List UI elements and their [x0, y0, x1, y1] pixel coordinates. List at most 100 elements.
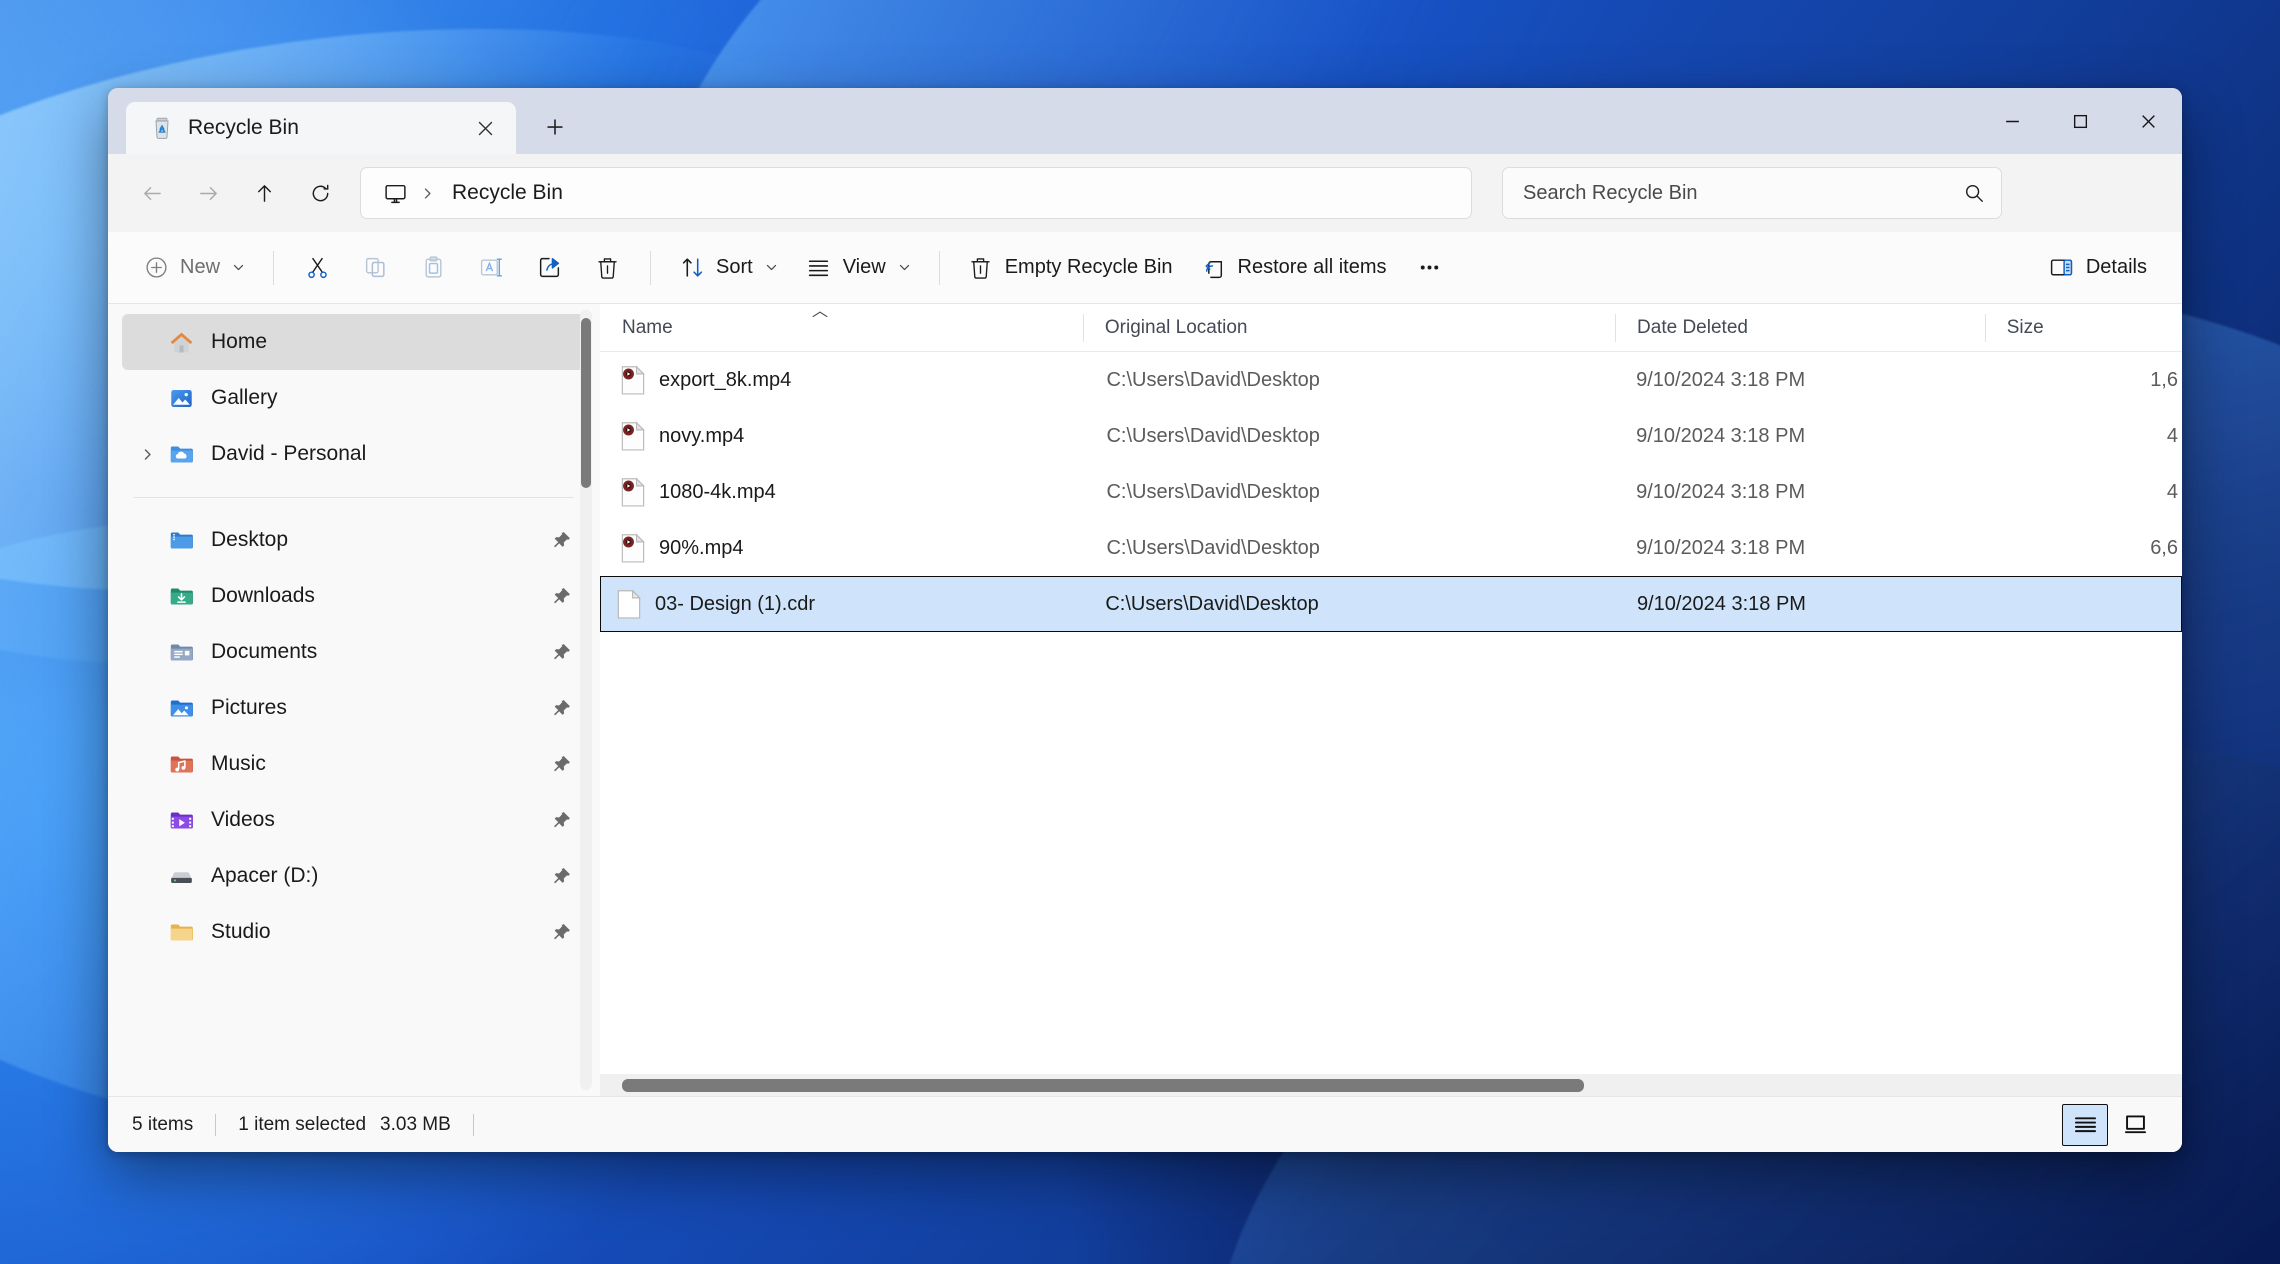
- search-placeholder: Search Recycle Bin: [1523, 181, 1698, 204]
- large-icons-view-button[interactable]: [2112, 1104, 2158, 1146]
- sort-button[interactable]: Sort: [666, 242, 791, 294]
- pin-icon[interactable]: [551, 810, 572, 831]
- table-row[interactable]: novy.mp4 C:\Users\David\Desktop 9/10/202…: [604, 408, 2178, 464]
- titlebar: Recycle Bin: [108, 88, 2182, 154]
- sidebar-item-desktop[interactable]: Desktop: [122, 512, 586, 568]
- horizontal-scrollbar[interactable]: [600, 1074, 2182, 1096]
- details-pane-button[interactable]: Details: [2036, 242, 2160, 294]
- generic-file-icon: [616, 588, 642, 619]
- size-cell: 4: [2166, 424, 2178, 447]
- onedrive-folder-icon: [164, 437, 198, 471]
- address-bar[interactable]: Recycle Bin: [360, 167, 1472, 219]
- drive-icon: [164, 859, 198, 893]
- table-row[interactable]: export_8k.mp4 C:\Users\David\Desktop 9/1…: [604, 352, 2178, 408]
- column-header-label: Original Location: [1104, 316, 1248, 338]
- search-input[interactable]: Search Recycle Bin: [1502, 167, 2002, 219]
- maximize-button[interactable]: [2046, 88, 2114, 154]
- sidebar-item-downloads[interactable]: Downloads: [122, 568, 586, 624]
- refresh-button[interactable]: [294, 167, 346, 219]
- desktop: Recycle Bin Recycle Bin Search Recycle B…: [0, 0, 2280, 1264]
- back-button[interactable]: [126, 167, 178, 219]
- forward-button[interactable]: [182, 167, 234, 219]
- trash-icon: [968, 255, 994, 281]
- sidebar-item-videos[interactable]: Videos: [122, 792, 586, 848]
- chevron-down-icon: [765, 261, 778, 274]
- file-name-cell: 90%.mp4: [604, 520, 1084, 576]
- view-button[interactable]: View: [793, 242, 924, 294]
- share-button[interactable]: [521, 242, 577, 294]
- sidebar-item-home[interactable]: Home: [122, 314, 586, 370]
- sidebar-item-documents[interactable]: Documents: [122, 624, 586, 680]
- column-header-original-location[interactable]: Original Location: [1082, 304, 1615, 352]
- date-deleted-cell: 9/10/2024 3:18 PM: [1636, 368, 1806, 391]
- empty-recycle-bin-button[interactable]: Empty Recycle Bin: [955, 242, 1186, 294]
- sidebar-item-apacer-d[interactable]: Apacer (D:): [122, 848, 586, 904]
- file-name: novy.mp4: [659, 424, 745, 447]
- see-more-button[interactable]: [1401, 242, 1457, 294]
- new-button[interactable]: New: [130, 242, 258, 294]
- pin-icon[interactable]: [551, 698, 572, 719]
- sidebar-item-music[interactable]: Music: [122, 736, 586, 792]
- home-icon: [164, 325, 198, 359]
- status-bar: 5 items 1 item selected 3.03 MB: [108, 1096, 2182, 1152]
- new-tab-button[interactable]: [532, 104, 578, 150]
- documents-folder-icon: [164, 635, 198, 669]
- column-header-size[interactable]: Size: [1984, 304, 2182, 352]
- sidebar-item-pictures[interactable]: Pictures: [122, 680, 586, 736]
- tab-title: Recycle Bin: [188, 116, 299, 139]
- sidebar-item-label: Apacer (D:): [211, 864, 319, 887]
- restore-icon: [1201, 255, 1227, 281]
- rename-icon: [478, 255, 504, 281]
- table-row[interactable]: 90%.mp4 C:\Users\David\Desktop 9/10/2024…: [604, 520, 2178, 576]
- sidebar-scrollbar[interactable]: [580, 310, 592, 1090]
- date-deleted-cell: 9/10/2024 3:18 PM: [1636, 592, 1806, 615]
- pin-icon[interactable]: [551, 642, 572, 663]
- column-header-date-deleted[interactable]: Date Deleted: [1615, 304, 1985, 352]
- sidebar-item-studio[interactable]: Studio: [122, 904, 586, 960]
- rename-button[interactable]: [463, 242, 519, 294]
- size-cell: [1984, 577, 2181, 631]
- close-tab-icon[interactable]: [468, 111, 502, 145]
- column-header-label: Date Deleted: [1637, 316, 1748, 338]
- pin-icon[interactable]: [551, 866, 572, 887]
- file-list-pane: ︿ Name Original Location Date Deleted Si…: [600, 304, 2182, 1096]
- scissors-icon: [304, 255, 330, 281]
- pin-icon[interactable]: [551, 586, 572, 607]
- window-body: Home Gallery David - Personal Desktop Do…: [108, 304, 2182, 1096]
- status-divider: [472, 1113, 474, 1136]
- copy-button[interactable]: [347, 242, 403, 294]
- table-row[interactable]: 03- Design (1).cdr C:\Users\David\Deskto…: [600, 576, 2182, 632]
- breadcrumb-current[interactable]: Recycle Bin: [440, 181, 563, 205]
- navigation-bar: Recycle Bin Search Recycle Bin: [108, 154, 2182, 232]
- paste-button[interactable]: [405, 242, 461, 294]
- pin-icon[interactable]: [551, 530, 572, 551]
- sidebar-scrollbar-thumb[interactable]: [581, 318, 591, 488]
- breadcrumb-chevron-icon: [419, 187, 436, 200]
- file-name-cell: 03- Design (1).cdr: [601, 577, 1083, 631]
- minimize-button[interactable]: [1978, 88, 2046, 154]
- gallery-icon: [164, 381, 198, 415]
- restore-all-items-button[interactable]: Restore all items: [1188, 242, 1400, 294]
- column-header-name[interactable]: ︿ Name: [600, 304, 1083, 352]
- chevron-right-icon[interactable]: [130, 437, 164, 471]
- pin-icon[interactable]: [551, 754, 572, 775]
- sidebar-item-label: Downloads: [211, 584, 315, 607]
- close-window-button[interactable]: [2114, 88, 2182, 154]
- table-row[interactable]: 1080-4k.mp4 C:\Users\David\Desktop 9/10/…: [604, 464, 2178, 520]
- pictures-folder-icon: [164, 691, 198, 725]
- this-pc-icon[interactable]: [375, 173, 415, 213]
- search-icon[interactable]: [1963, 182, 1985, 204]
- horizontal-scrollbar-thumb[interactable]: [622, 1079, 1584, 1092]
- original-location-cell: C:\Users\David\Desktop: [1105, 592, 1319, 615]
- up-button[interactable]: [238, 167, 290, 219]
- tab-recycle-bin[interactable]: Recycle Bin: [126, 102, 516, 154]
- cut-button[interactable]: [289, 242, 345, 294]
- column-header-label: Size: [2006, 316, 2044, 338]
- pin-icon[interactable]: [551, 922, 572, 943]
- sidebar-item-gallery[interactable]: Gallery: [122, 370, 586, 426]
- file-explorer-window: Recycle Bin Recycle Bin Search Recycle B…: [108, 88, 2182, 1152]
- delete-button[interactable]: [579, 242, 635, 294]
- expander-placeholder: [130, 635, 164, 669]
- details-view-button[interactable]: [2062, 1103, 2108, 1146]
- sidebar-item-david-personal[interactable]: David - Personal: [122, 426, 586, 482]
